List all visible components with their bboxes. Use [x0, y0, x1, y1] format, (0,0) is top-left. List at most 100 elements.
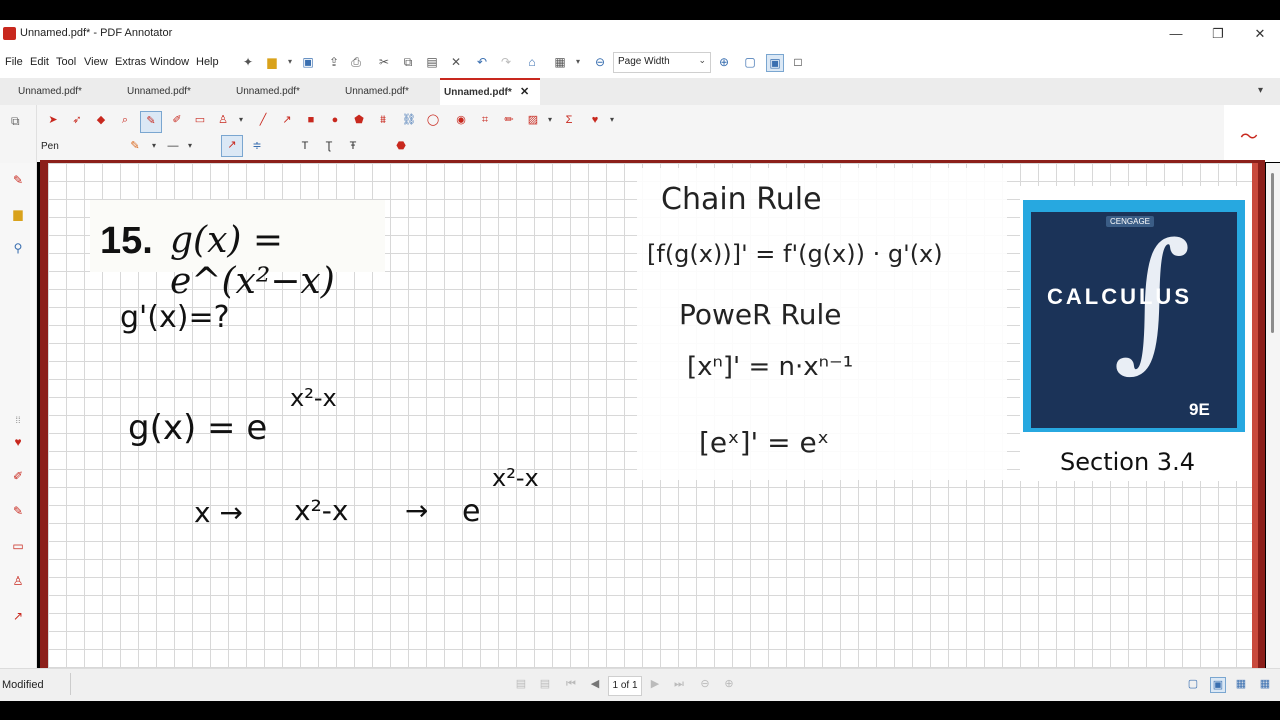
- two-page-mode-icon[interactable]: ▦: [1234, 677, 1248, 691]
- two-page-continuous-icon[interactable]: ▦: [1258, 677, 1272, 691]
- arrow-icon[interactable]: ↗: [10, 609, 26, 625]
- previous-page-icon[interactable]: ◀: [588, 677, 602, 691]
- zoom-out-icon[interactable]: ⊖: [592, 54, 608, 70]
- page-layout-icon[interactable]: ▦: [552, 54, 568, 70]
- vertical-scrollbar[interactable]: [1266, 163, 1280, 668]
- stamp-tool-icon[interactable]: ⌂: [524, 54, 540, 70]
- forward-icon[interactable]: ⊕: [722, 677, 736, 691]
- camera-icon[interactable]: ◉: [452, 111, 470, 129]
- chevron-down-icon[interactable]: ▾: [232, 111, 250, 129]
- polygon-icon[interactable]: ⬟: [350, 111, 368, 129]
- first-page-icon[interactable]: ⏮: [564, 677, 578, 691]
- lasso-icon[interactable]: ◯: [424, 111, 442, 129]
- annotations-pen-icon[interactable]: ✎: [10, 173, 26, 189]
- minimize-button[interactable]: —: [1162, 24, 1190, 44]
- ellipse-icon[interactable]: ●: [326, 111, 344, 129]
- stamp-icon[interactable]: ♙: [214, 111, 232, 129]
- tab-list-dropdown-icon[interactable]: ▾: [1258, 85, 1263, 96]
- chevron-down-icon[interactable]: ▾: [541, 111, 559, 129]
- maximize-button[interactable]: ❐: [1204, 24, 1232, 44]
- ink-icon[interactable]: ✏: [500, 111, 518, 129]
- last-page-icon[interactable]: ⏭: [672, 677, 686, 691]
- zoom-in-icon[interactable]: ⊕: [716, 54, 732, 70]
- menu-file[interactable]: File: [5, 56, 23, 68]
- rectangle-icon[interactable]: ■: [302, 111, 320, 129]
- highlighter-icon[interactable]: ✎: [10, 504, 26, 520]
- tab-document-2[interactable]: Unnamed.pdf*: [113, 78, 221, 105]
- select-arrow-icon[interactable]: ➤: [44, 111, 62, 129]
- paste-icon[interactable]: ▤: [424, 54, 440, 70]
- menu-edit[interactable]: Edit: [30, 56, 49, 68]
- favorite-tool-icon[interactable]: ⬣: [392, 137, 410, 155]
- stroke-options-icon[interactable]: ≑: [248, 137, 266, 155]
- image-icon[interactable]: ▨: [524, 111, 542, 129]
- menu-view[interactable]: View: [84, 56, 108, 68]
- handwriting-chain-e: e: [462, 494, 481, 529]
- menu-window[interactable]: Window: [150, 56, 189, 68]
- select-text-icon[interactable]: ➶: [68, 111, 86, 129]
- menu-tool[interactable]: Tool: [56, 56, 76, 68]
- link-icon[interactable]: ⛓: [400, 111, 418, 129]
- text-underline-icon[interactable]: T: [296, 137, 314, 155]
- highlighter-icon[interactable]: ✐: [168, 111, 186, 129]
- magnifier-icon[interactable]: ⌕: [116, 111, 134, 129]
- eraser-icon[interactable]: ◆: [92, 111, 110, 129]
- textmarker-icon[interactable]: ⩩: [374, 111, 392, 129]
- pages-icon[interactable]: ⧉: [11, 114, 20, 129]
- line-icon[interactable]: ╱: [254, 111, 272, 129]
- marker-icon[interactable]: ✐: [10, 469, 26, 485]
- chevron-down-icon[interactable]: ▾: [145, 137, 163, 155]
- fit-page-view-icon[interactable]: ▣: [766, 54, 784, 72]
- next-page-icon[interactable]: ▶: [648, 677, 662, 691]
- chevron-down-icon[interactable]: ▾: [603, 111, 621, 129]
- text-baseline-icon[interactable]: Ʈ: [320, 137, 338, 155]
- close-window-button[interactable]: ✕: [1246, 24, 1274, 44]
- delete-icon[interactable]: ✕: [448, 54, 464, 70]
- page-indicator[interactable]: 1 of 1: [608, 676, 642, 696]
- text-box-icon[interactable]: ▭: [10, 539, 26, 555]
- pen-color-icon[interactable]: ✎: [126, 137, 144, 155]
- tab-document-1[interactable]: Unnamed.pdf*: [4, 78, 112, 105]
- open-folder-icon[interactable]: ▆: [264, 54, 280, 70]
- single-page-view-icon[interactable]: ▢: [742, 54, 758, 70]
- favorites-heart-icon[interactable]: ♥: [586, 111, 604, 129]
- chevron-down-icon[interactable]: ▾: [181, 137, 199, 155]
- sigma-icon[interactable]: Σ: [560, 111, 578, 129]
- arrow-icon[interactable]: ↗: [278, 111, 296, 129]
- menu-help[interactable]: Help: [196, 56, 219, 68]
- attachment-icon[interactable]: ⚲: [10, 241, 26, 257]
- cut-icon[interactable]: ✂: [376, 54, 392, 70]
- tab-close-icon[interactable]: ✕: [520, 85, 529, 98]
- tab-document-4[interactable]: Unnamed.pdf*: [331, 78, 439, 105]
- export-icon[interactable]: ⇪: [326, 54, 342, 70]
- save-icon[interactable]: ▣: [300, 54, 316, 70]
- page-thumbnail-icon[interactable]: ▤: [514, 677, 528, 691]
- chevron-down-icon[interactable]: ▾: [282, 54, 298, 70]
- continuous-mode-icon[interactable]: ▣: [1210, 677, 1226, 693]
- zoom-select[interactable]: Page Width ⌄: [613, 52, 711, 73]
- new-document-icon[interactable]: ✦: [240, 54, 256, 70]
- back-icon[interactable]: ⊖: [698, 677, 712, 691]
- stamp-icon[interactable]: ♙: [10, 574, 26, 590]
- fullscreen-icon[interactable]: □: [790, 54, 806, 70]
- crop-icon[interactable]: ⌗: [476, 111, 494, 129]
- pen-tool-icon[interactable]: ✎: [140, 111, 162, 133]
- copy-icon[interactable]: ⧉: [400, 54, 416, 70]
- text-strike-icon[interactable]: Ŧ: [344, 137, 362, 155]
- folder-icon[interactable]: ▆: [10, 207, 26, 223]
- power-rule-formula: [xⁿ]' = n·xⁿ⁻¹: [687, 352, 854, 382]
- redo-icon[interactable]: ↷: [498, 54, 514, 70]
- line-width-icon[interactable]: —: [164, 137, 182, 155]
- smooth-stroke-icon[interactable]: ↗: [221, 135, 243, 157]
- text-box-icon[interactable]: ▭: [191, 111, 209, 129]
- favorites-heart-icon[interactable]: ♥: [10, 435, 26, 451]
- single-page-mode-icon[interactable]: ▢: [1186, 677, 1200, 691]
- menu-extras[interactable]: Extras: [115, 56, 146, 68]
- scrollbar-thumb[interactable]: [1271, 173, 1274, 333]
- print-icon[interactable]: ⎙: [348, 54, 364, 70]
- grip-icon[interactable]: ⁞⁞: [10, 415, 26, 431]
- page-thumbnail-icon[interactable]: ▤: [538, 677, 552, 691]
- chevron-down-icon[interactable]: ▾: [570, 54, 586, 70]
- undo-icon[interactable]: ↶: [474, 54, 490, 70]
- tab-document-3[interactable]: Unnamed.pdf*: [222, 78, 330, 105]
